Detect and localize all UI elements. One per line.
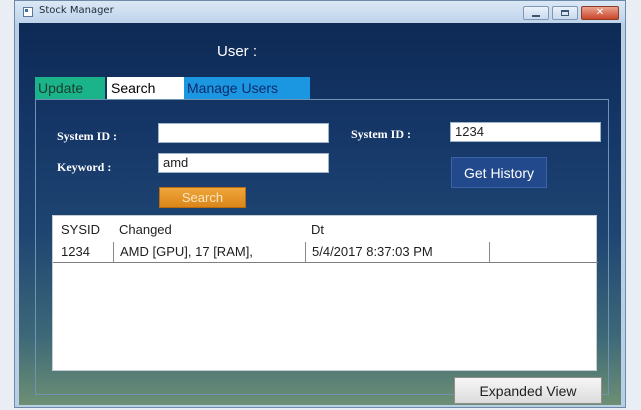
history-system-id-input[interactable]: 1234 <box>450 122 601 142</box>
stock-manager-window: Stock Manager ✕ User : Update Search Man… <box>14 0 626 408</box>
cell-changed[interactable]: AMD [GPU], 17 [RAM], <box>113 242 305 262</box>
minimize-button[interactable] <box>523 6 549 20</box>
cell-sysid[interactable]: 1234 <box>53 242 113 262</box>
window-title: Stock Manager <box>39 5 114 16</box>
grid-header-row: SYSID Changed Dt <box>53 220 589 240</box>
system-id-input[interactable] <box>158 123 329 143</box>
system-id-label: System ID : <box>57 129 117 143</box>
user-label: User : <box>217 43 258 60</box>
expanded-view-button[interactable]: Expanded View <box>454 377 602 404</box>
tab-search[interactable]: Search <box>107 77 184 99</box>
row-divider <box>53 262 598 263</box>
table-row[interactable]: 1234 AMD [GPU], 17 [RAM], 5/4/2017 8:37:… <box>53 242 589 262</box>
column-header-dt[interactable]: Dt <box>305 220 489 240</box>
keyword-label: Keyword : <box>57 160 112 174</box>
maximize-icon <box>561 10 569 16</box>
close-button[interactable]: ✕ <box>581 6 619 20</box>
tab-update[interactable]: Update <box>35 77 105 99</box>
history-system-id-label: System ID : <box>351 127 411 141</box>
results-grid[interactable]: SYSID Changed Dt 1234 AMD [GPU], 17 [RAM… <box>52 215 598 371</box>
minimize-icon <box>532 14 540 17</box>
column-header-empty[interactable] <box>489 220 589 240</box>
maximize-button[interactable] <box>552 6 578 20</box>
search-button[interactable]: Search <box>159 187 246 208</box>
client-area: User : Update Search Manage Users System… <box>19 23 621 405</box>
get-history-button[interactable]: Get History <box>451 157 547 188</box>
cell-empty[interactable] <box>489 242 589 262</box>
tab-manage-users[interactable]: Manage Users <box>184 77 310 99</box>
app-icon <box>23 7 33 17</box>
title-bar[interactable]: Stock Manager ✕ <box>15 1 625 23</box>
column-header-changed[interactable]: Changed <box>113 220 305 240</box>
cell-dt[interactable]: 5/4/2017 8:37:03 PM <box>305 242 489 262</box>
keyword-input[interactable]: amd <box>158 153 329 173</box>
close-icon: ✕ <box>595 7 605 18</box>
column-header-sysid[interactable]: SYSID <box>53 220 113 240</box>
